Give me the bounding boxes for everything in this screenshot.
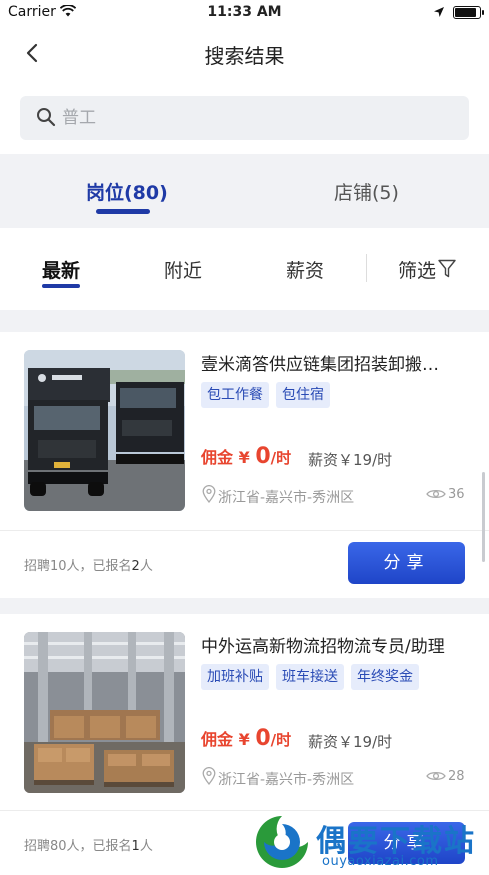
applied-count: 1 (131, 839, 140, 854)
job-title[interactable]: 壹米滴答供应链集团招装卸搬… (201, 350, 471, 375)
location-arrow-icon (434, 7, 444, 17)
job-title[interactable]: 中外运高新物流招物流专员/助理 (201, 632, 471, 657)
commission-label: 佣金 (201, 448, 234, 467)
filter-latest[interactable]: 最新 (42, 256, 80, 283)
tag-list: 包工作餐 包住宿 (201, 382, 330, 408)
commission-currency: ¥ (238, 448, 250, 467)
commission-amount: 0 (255, 444, 271, 469)
scrollbar[interactable] (482, 472, 485, 562)
filter-salary[interactable]: 薪资 (286, 256, 324, 283)
recruit-suffix: 人 (139, 559, 153, 574)
filter-screen[interactable]: 筛选 (398, 256, 436, 283)
nav-bar: 搜索结果 (0, 30, 489, 76)
applied-count: 2 (131, 559, 140, 574)
view-count: 28 (448, 769, 465, 784)
tab-shops[interactable]: 店铺(5) (334, 178, 399, 205)
card-divider (0, 530, 489, 531)
watermark-url: ouyaoxiazai.com (322, 854, 439, 869)
commission: 佣金 ¥ 0/时 (201, 726, 291, 751)
recruit-text: 招聘80人，已报名 (24, 839, 132, 854)
tab-active-indicator (96, 209, 150, 214)
tab-positions[interactable]: 岗位(80) (86, 178, 168, 205)
share-button[interactable]: 分享 (348, 542, 465, 584)
search-input[interactable] (62, 96, 442, 140)
tag-list: 加班补贴 班车接送 年终奖金 (201, 664, 419, 690)
salary: 薪资￥19/时 (308, 451, 393, 469)
commission-label: 佣金 (201, 730, 234, 749)
job-card[interactable]: 壹米滴答供应链集团招装卸搬… 包工作餐 包住宿 佣金 ¥ 0/时 薪资￥19/时… (0, 332, 489, 598)
status-bar: Carrier 11:33 AM (0, 0, 489, 26)
tag: 包工作餐 (201, 382, 269, 408)
eye-icon (426, 489, 446, 499)
eye-icon (426, 771, 446, 781)
warehouse-photo (24, 632, 185, 793)
commission-unit: /时 (270, 449, 292, 467)
search-bar[interactable] (20, 96, 469, 140)
battery-icon (453, 6, 484, 19)
tag: 加班补贴 (201, 664, 269, 690)
recruit-status: 招聘10人，已报名2人 (24, 555, 153, 574)
site-watermark: 偶要下载站 ouyaoxiazai.com (250, 808, 489, 875)
tag: 包住宿 (276, 382, 330, 408)
sort-filter-bar: 最新 附近 薪资 筛选 (0, 228, 489, 310)
filter-nearby[interactable]: 附近 (164, 256, 202, 283)
recruit-status: 招聘80人，已报名1人 (24, 835, 153, 854)
location-pin-icon (202, 485, 216, 503)
funnel-icon[interactable] (438, 259, 456, 279)
recruit-text: 招聘10人，已报名 (24, 559, 132, 574)
section-gap (0, 598, 489, 614)
watermark-logo-icon (254, 814, 310, 870)
page-title: 搜索结果 (204, 44, 285, 68)
commission-amount: 0 (255, 726, 271, 751)
commission: 佣金 ¥ 0/时 (201, 444, 291, 469)
commission-unit: /时 (270, 731, 292, 749)
result-tabs: 岗位(80) 店铺(5) (0, 154, 489, 228)
location: 浙江省-嘉兴市-秀洲区 (218, 490, 355, 506)
view-count: 36 (448, 487, 465, 502)
section-gap (0, 310, 489, 332)
trucks-photo (24, 350, 185, 511)
filter-active-indicator (42, 284, 80, 288)
salary: 薪资￥19/时 (308, 733, 393, 751)
location: 浙江省-嘉兴市-秀洲区 (218, 772, 355, 788)
location-pin-icon (202, 767, 216, 785)
search-icon (37, 108, 56, 127)
commission-currency: ¥ (238, 730, 250, 749)
tag: 年终奖金 (351, 664, 419, 690)
clock: 11:33 AM (207, 4, 282, 20)
filter-divider (366, 254, 367, 282)
tag: 班车接送 (276, 664, 344, 690)
recruit-suffix: 人 (139, 839, 153, 854)
